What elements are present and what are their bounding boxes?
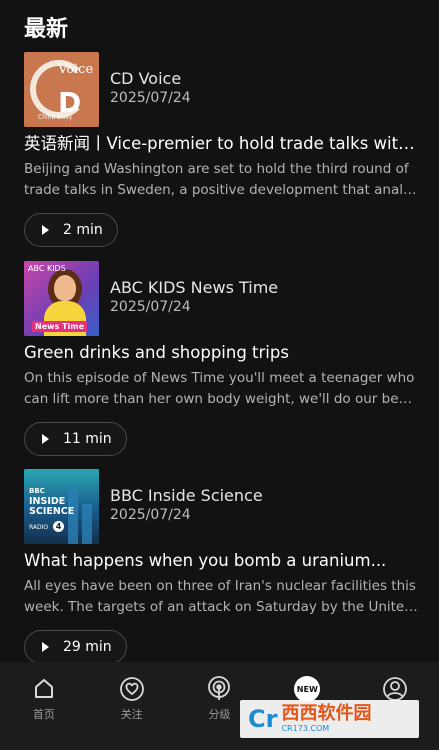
cover-title: INSIDE SCIENCE [29,497,74,517]
description-line: week. The targets of an attack on Saturd… [24,599,419,615]
description-line: On this episode of News Time you'll meet… [24,370,415,386]
description-line: All eyes have been on three of Iran's nu… [24,578,416,594]
home-icon [31,676,57,702]
cover-title-line: SCIENCE [29,506,75,517]
show-name[interactable]: ABC KIDS News Time [110,278,278,298]
cover-logo: ABC KIDS [28,264,66,273]
watermark-text: 西西软件园 CR173.COM [281,704,371,734]
cover-tower [82,504,92,544]
episode-card[interactable]: ABC KIDS News Time ABC KIDS News Time 20… [24,261,419,456]
watermark-main: 西西软件园 [281,703,372,724]
duration-label: 2 min [63,222,103,238]
podcast-icon [206,676,232,702]
podcast-cover[interactable]: ABC KIDS News Time [24,261,99,336]
play-icon [42,225,49,235]
new-icon: NEW [294,676,321,702]
podcast-cover[interactable]: BBC INSIDE SCIENCE RADIO 4 [24,469,99,544]
episode-title[interactable]: 英语新闻丨Vice-premier to hold trade talks wi… [24,132,419,156]
play-icon [42,642,49,652]
episode-title[interactable]: What happens when you bomb a uranium... [24,549,419,573]
cover-tag: China Daily [38,114,73,121]
description-line: can lift more than her own body weight, … [24,391,419,407]
cover-badge: News Time [32,321,88,332]
duration-label: 11 min [63,431,112,447]
tab-label: 分级 [208,708,231,721]
tab-home[interactable]: 首页 [0,662,88,750]
show-name[interactable]: CD Voice [110,69,191,89]
episode-date: 2025/07/24 [110,506,191,523]
new-badge: NEW [294,676,321,702]
show-row[interactable]: Voice D China Daily CD Voice 2025/07/24 [24,52,419,127]
duration-label: 29 min [63,639,112,655]
episode-description: All eyes have been on three of Iran's nu… [24,576,419,618]
heart-icon [119,676,145,702]
play-button[interactable]: 29 min [24,630,127,664]
tab-label: 关注 [120,708,143,721]
show-meta: ABC KIDS News Time 2025/07/24 [110,278,278,316]
episode-card[interactable]: BBC INSIDE SCIENCE RADIO 4 BBC Inside Sc… [24,469,419,664]
cover-radio-number: 4 [53,521,64,532]
show-name[interactable]: BBC Inside Science [110,486,263,506]
cover-logo: BBC [29,487,45,495]
episode-date: 2025/07/24 [110,298,191,315]
cover-radio: RADIO [29,524,49,531]
podcast-cover[interactable]: Voice D China Daily [24,52,99,127]
watermark: Cr 西西软件园 CR173.COM [240,700,419,738]
episode-description: On this episode of News Time you'll meet… [24,368,419,410]
tab-following[interactable]: 关注 [88,662,176,750]
episode-description: Beijing and Washington are set to hold t… [24,159,419,201]
cover-voice-text: Voice [58,62,94,77]
episode-date: 2025/07/24 [110,89,191,106]
episode-title[interactable]: Green drinks and shopping trips [24,341,419,365]
show-row[interactable]: BBC INSIDE SCIENCE RADIO 4 BBC Inside Sc… [24,469,419,544]
show-meta: BBC Inside Science 2025/07/24 [110,486,263,524]
show-row[interactable]: ABC KIDS News Time ABC KIDS News Time 20… [24,261,419,336]
description-line: trade talks in Sweden, a positive develo… [24,182,419,198]
profile-icon [382,676,408,702]
episode-card[interactable]: Voice D China Daily CD Voice 2025/07/24 … [24,52,419,247]
watermark-sub: CR173.COM [281,724,330,733]
cover-face [54,275,76,301]
tab-label: 首页 [32,708,55,721]
play-icon [42,434,49,444]
play-button[interactable]: 2 min [24,213,118,247]
play-button[interactable]: 11 min [24,422,127,456]
page-title: 最新 [24,17,69,42]
show-meta: CD Voice 2025/07/24 [110,69,191,107]
description-line: Beijing and Washington are set to hold t… [24,161,409,177]
watermark-logo: Cr [248,705,278,733]
